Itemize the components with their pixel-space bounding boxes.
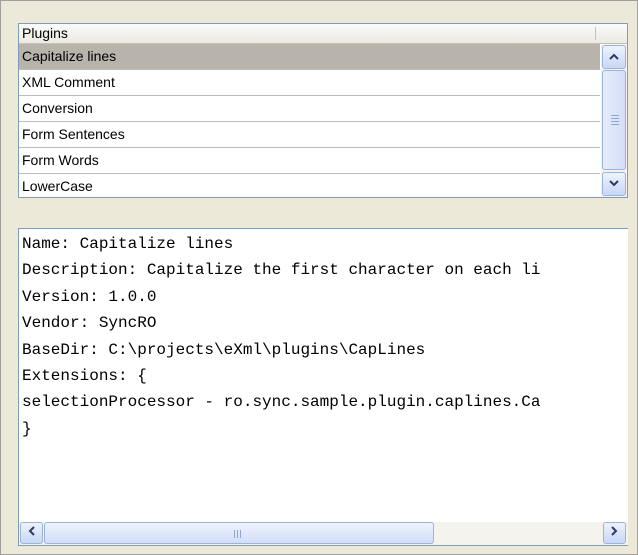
plugin-details-textarea[interactable]: Name: Capitalize lines Description: Capi… [18,228,628,546]
plugins-column-header-label: Plugins [22,25,68,41]
chevron-up-icon [609,51,619,63]
plugins-rows: Capitalize lines XML Comment Conversion … [19,44,600,197]
grip-line [234,530,235,538]
grip-line [240,530,241,538]
details-line: Vendor: SyncRO [22,314,157,333]
details-line: Version: 1.0.0 [22,287,157,306]
details-line: selectionProcessor - ro.sync.sample.plug… [22,393,541,412]
details-line: Extensions: { [22,367,147,386]
details-horizontal-scrollbar[interactable] [19,522,628,545]
chevron-right-icon [611,526,618,539]
plugins-column-header[interactable]: Plugins [19,24,627,44]
plugins-table: Plugins Capitalize lines XML Comment Con… [18,23,628,198]
scroll-up-button[interactable] [602,45,626,69]
grip-line [611,124,619,125]
grip-line [611,121,619,122]
details-line: Name: Capitalize lines [22,235,234,253]
horizontal-scroll-thumb[interactable] [44,522,434,544]
table-row[interactable]: Form Words [19,148,600,174]
chevron-down-icon [609,178,619,190]
column-separator[interactable] [595,27,596,40]
table-row[interactable]: LowerCase [19,174,600,197]
plugin-details-content: Name: Capitalize lines Description: Capi… [22,231,628,521]
details-line: BaseDir: C:\projects\eXml\plugins\CapLin… [22,340,426,359]
grip-line [611,115,619,116]
chevron-left-icon [28,526,35,539]
details-line: Description: Capitalize the first charac… [22,261,541,280]
table-row[interactable]: Conversion [19,96,600,122]
scroll-left-button[interactable] [20,522,43,544]
plugins-vertical-scrollbar[interactable] [601,44,627,197]
table-row[interactable]: XML Comment [19,70,600,96]
table-row[interactable]: Form Sentences [19,122,600,148]
grip-line [237,530,238,538]
scroll-thumb[interactable] [602,70,626,170]
details-line: } [22,419,32,438]
table-row[interactable]: Capitalize lines [19,44,600,70]
scroll-down-button[interactable] [602,172,626,196]
grip-line [611,118,619,119]
scroll-right-button[interactable] [603,522,626,544]
